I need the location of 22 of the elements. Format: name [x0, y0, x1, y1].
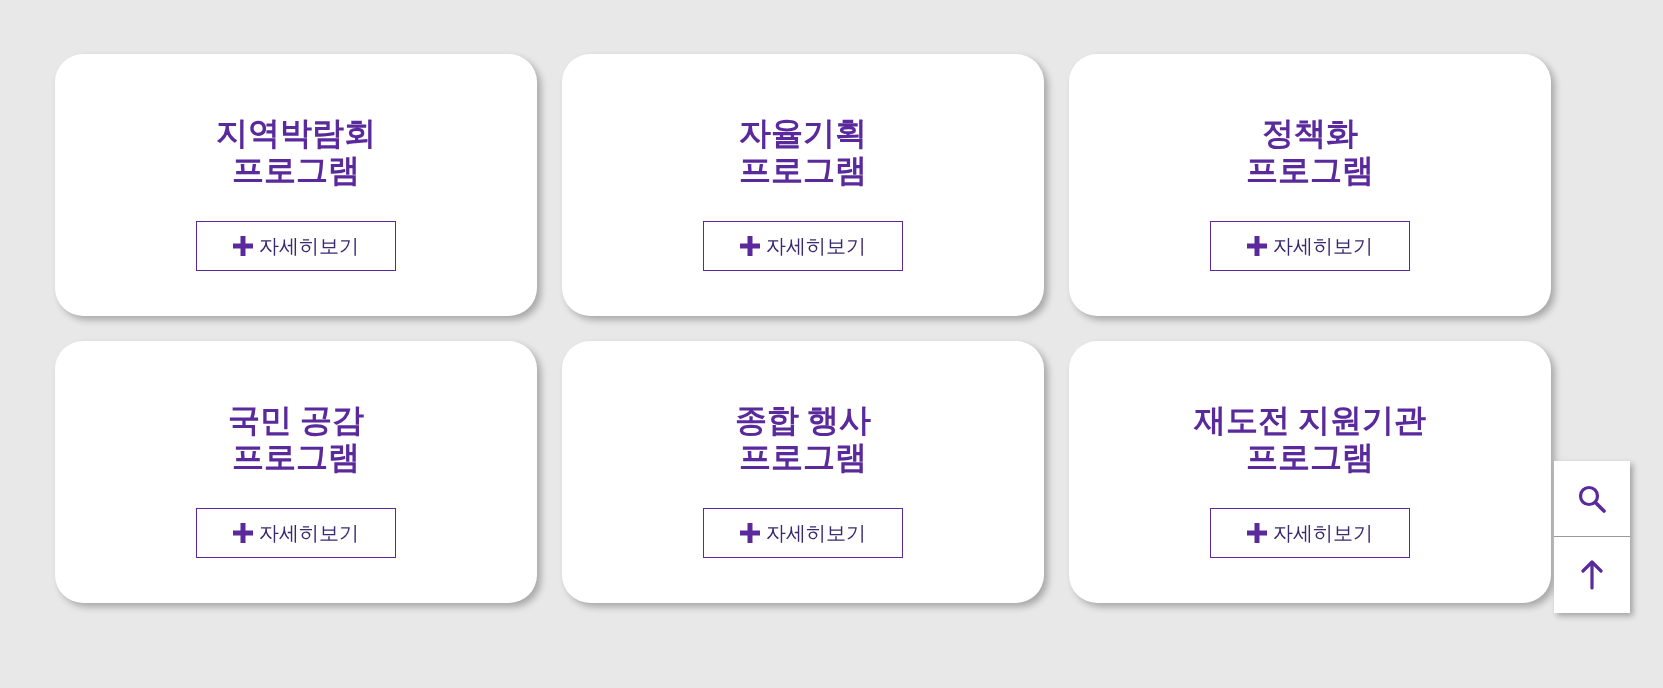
details-button[interactable]: 자세히보기 — [1210, 221, 1410, 271]
plus-icon — [740, 523, 760, 543]
card-title: 종합 행사 프로그램 — [734, 402, 872, 476]
plus-icon — [1247, 236, 1267, 256]
plus-icon — [233, 523, 253, 543]
scroll-top-button[interactable] — [1554, 537, 1630, 613]
details-button[interactable]: 자세히보기 — [196, 508, 396, 558]
card-title: 지역박람회 프로그램 — [216, 115, 376, 189]
up-arrow-icon — [1581, 560, 1603, 590]
search-button[interactable] — [1554, 461, 1630, 537]
plus-icon — [1247, 523, 1267, 543]
plus-icon — [233, 236, 253, 256]
details-button[interactable]: 자세히보기 — [1210, 508, 1410, 558]
card-title: 재도전 지원기관 프로그램 — [1193, 402, 1427, 476]
card-title: 자율기획 프로그램 — [739, 115, 867, 189]
search-icon — [1578, 484, 1606, 513]
details-button[interactable]: 자세히보기 — [703, 508, 903, 558]
card-title: 정책화 프로그램 — [1246, 115, 1374, 189]
details-button[interactable]: 자세히보기 — [196, 221, 396, 271]
plus-icon — [740, 236, 760, 256]
card-title: 국민 공감 프로그램 — [227, 402, 365, 476]
details-button[interactable]: 자세히보기 — [703, 221, 903, 271]
